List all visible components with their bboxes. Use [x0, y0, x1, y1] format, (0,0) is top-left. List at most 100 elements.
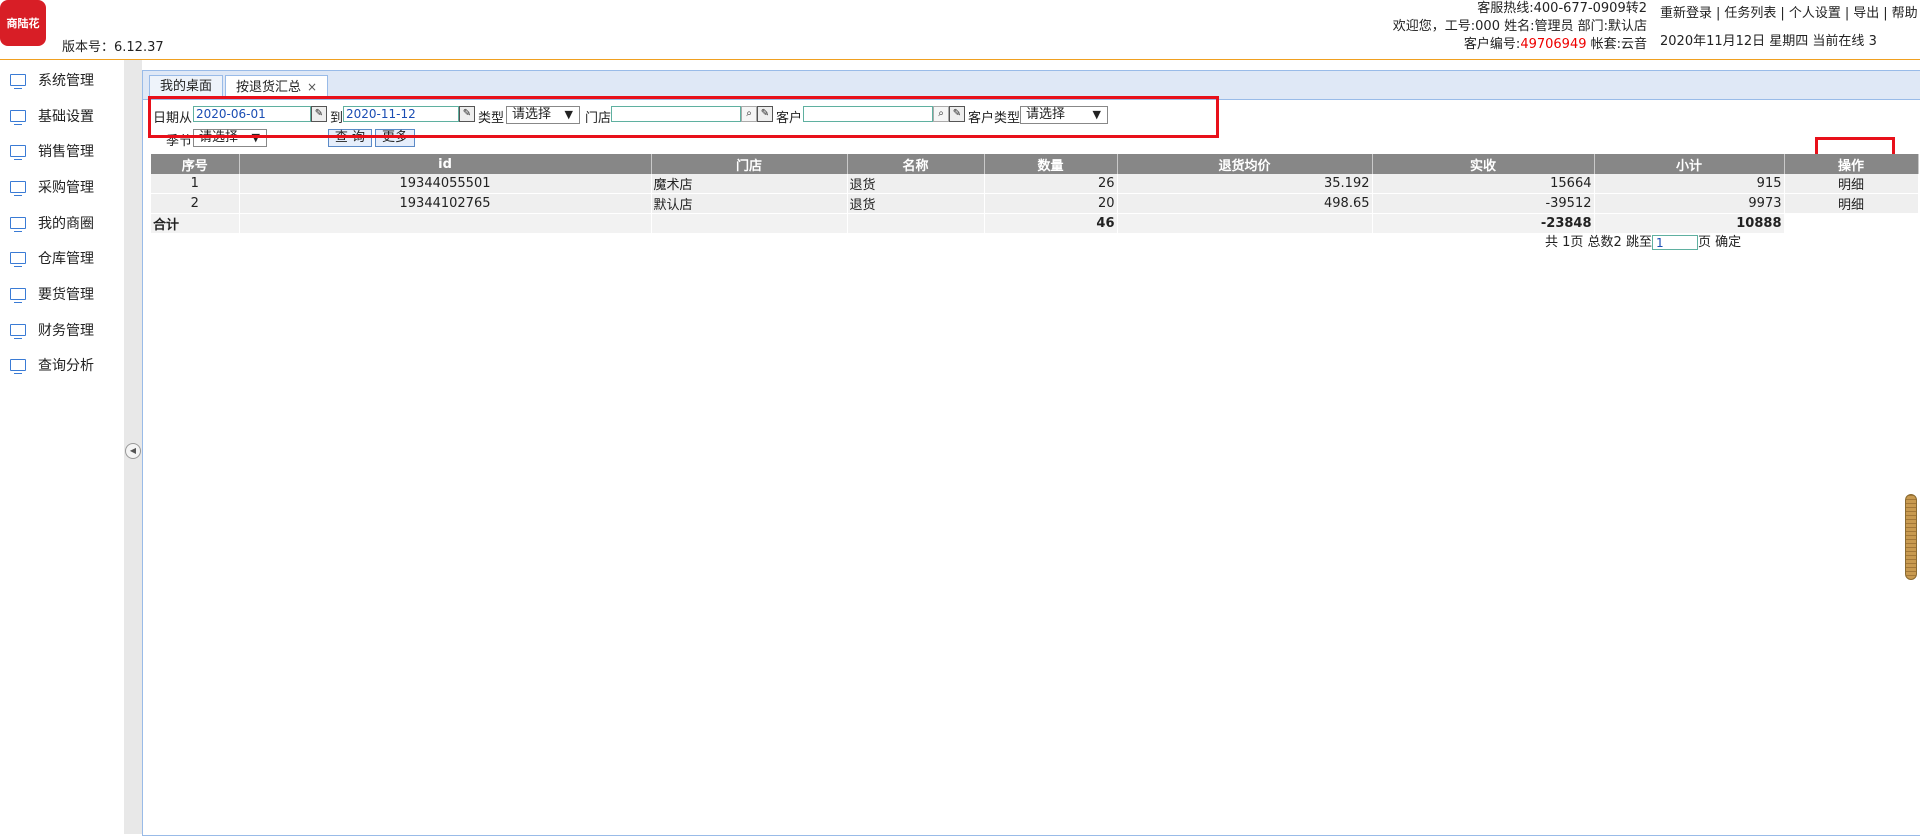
calendar-edit-icon[interactable]: ✎ — [311, 106, 327, 122]
sidebar-item-purchase[interactable]: 采购管理 — [10, 175, 94, 199]
cell-quantity: 26 — [984, 174, 1118, 194]
type-label: 类型 — [478, 111, 505, 126]
table-total-row: 合计 46 -23848 10888 — [151, 213, 1919, 233]
personal-settings-link[interactable]: 个人设置 — [1789, 6, 1841, 21]
cell-index: 2 — [151, 193, 240, 214]
more-button[interactable]: 更多 — [375, 129, 415, 147]
cell-empty — [239, 213, 652, 233]
cell-subtotal: 915 — [1594, 174, 1785, 194]
pager: 共 1页 总数2 跳至 1 页 确定 — [1545, 234, 1741, 252]
cell-empty — [847, 213, 985, 233]
cell-empty — [651, 213, 848, 233]
return-summary-table: 序号 id 门店 名称 数量 退货均价 实收 小计 操作 1 193440555… — [151, 154, 1919, 233]
column-header-store[interactable]: 门店 — [651, 154, 848, 174]
column-header-received[interactable]: 实收 — [1372, 154, 1595, 174]
query-button[interactable]: 查 询 — [328, 129, 372, 147]
date-from-input[interactable]: 2020-06-01 — [193, 106, 311, 122]
sidebar-item-label: 财务管理 — [38, 323, 94, 339]
customer-info: 客户编号:49706949 帐套:云音 — [1300, 36, 1647, 54]
sidebar-item-requisition[interactable]: 要货管理 — [10, 282, 94, 306]
customer-type-select-value: 请选择 — [1026, 107, 1066, 122]
cell-store: 默认店 — [651, 193, 848, 214]
scrollbar-thumb[interactable] — [1905, 494, 1917, 580]
sidebar-item-system[interactable]: 系统管理 — [10, 68, 94, 92]
column-header-subtotal[interactable]: 小计 — [1594, 154, 1785, 174]
customer-input[interactable] — [803, 106, 933, 122]
season-select-value: 请选择 — [199, 130, 239, 145]
monitor-icon — [10, 359, 26, 374]
sidebar: 系统管理 基础设置 销售管理 采购管理 我的商圈 仓库管理 要货管理 财务管理 … — [0, 60, 124, 834]
version-label: 版本号：6.12.37 — [62, 40, 164, 55]
monitor-icon — [10, 217, 26, 232]
welcome-text: 欢迎您，工号:000 姓名:管理员 部门:默认店 — [1392, 19, 1647, 34]
customer-number: 49706949 — [1520, 37, 1587, 52]
tab-bar: 我的桌面 按退货汇总 × — [143, 71, 1920, 100]
sidebar-item-label: 查询分析 — [38, 358, 94, 374]
sidebar-item-label: 我的商圈 — [38, 216, 94, 232]
pager-summary: 共 1页 总数2 跳至 — [1545, 235, 1652, 250]
account-text: 帐套:云音 — [1586, 37, 1647, 52]
tab-return-summary[interactable]: 按退货汇总 × — [225, 75, 329, 99]
cell-empty — [1784, 213, 1919, 233]
chevron-down-icon: ▼ — [1092, 108, 1101, 121]
column-header-avg-price[interactable]: 退货均价 — [1117, 154, 1373, 174]
collapse-arrow-icon[interactable]: ◀ — [125, 443, 141, 459]
sidebar-item-label: 基础设置 — [38, 109, 94, 125]
sidebar-item-label: 销售管理 — [38, 144, 94, 160]
customer-type-select[interactable]: 请选择 ▼ — [1020, 106, 1108, 124]
sidebar-item-label: 采购管理 — [38, 180, 94, 196]
sidebar-item-basic-settings[interactable]: 基础设置 — [10, 104, 94, 128]
cell-subtotal: 9973 — [1594, 193, 1785, 214]
column-header-name[interactable]: 名称 — [847, 154, 985, 174]
date-to-input[interactable]: 2020-11-12 — [343, 106, 459, 122]
table-row: 2 19344102765 默认店 退货 20 498.65 -39512 99… — [151, 193, 1919, 214]
column-header-quantity[interactable]: 数量 — [984, 154, 1118, 174]
sidebar-item-label: 系统管理 — [38, 73, 94, 89]
sidebar-item-query-analysis[interactable]: 查询分析 — [10, 353, 94, 377]
sidebar-item-warehouse[interactable]: 仓库管理 — [10, 246, 94, 270]
help-link[interactable]: 帮助 — [1892, 6, 1918, 21]
tab-label: 我的桌面 — [160, 79, 213, 94]
cell-received: 15664 — [1372, 174, 1595, 194]
export-link[interactable]: 导出 — [1853, 6, 1879, 21]
customer-label: 客户 — [776, 111, 803, 126]
pager-confirm[interactable]: 页 确定 — [1698, 235, 1741, 250]
relogin-link[interactable]: 重新登录 — [1660, 6, 1712, 21]
column-header-index[interactable]: 序号 — [151, 154, 240, 174]
column-header-id[interactable]: id — [239, 154, 652, 174]
page-jump-input[interactable]: 1 — [1651, 235, 1698, 250]
tab-my-desktop[interactable]: 我的桌面 — [149, 75, 224, 98]
search-icon[interactable]: ⌕ — [741, 106, 757, 122]
season-select[interactable]: 请选择 ▼ — [193, 129, 267, 147]
task-list-link[interactable]: 任务列表 — [1724, 6, 1776, 21]
cell-name: 退货 — [847, 174, 985, 194]
chevron-down-icon: ▼ — [564, 108, 573, 121]
monitor-icon — [10, 252, 26, 267]
column-header-action: 操作 — [1784, 154, 1919, 174]
edit-icon[interactable]: ✎ — [757, 106, 773, 122]
total-received: -23848 — [1372, 213, 1595, 233]
store-input[interactable] — [611, 106, 741, 122]
date-from-label: 日期从 — [153, 111, 193, 126]
detail-link[interactable]: 明细 — [1784, 174, 1919, 194]
monitor-icon — [10, 74, 26, 89]
monitor-icon — [10, 288, 26, 303]
cell-avg-price: 35.192 — [1117, 174, 1373, 194]
close-icon[interactable]: × — [307, 80, 317, 94]
cell-id: 19344102765 — [239, 193, 652, 214]
sidebar-item-sales[interactable]: 销售管理 — [10, 139, 94, 163]
type-select-value: 请选择 — [512, 107, 552, 122]
logo-text: 商陆花 — [6, 17, 40, 30]
type-select[interactable]: 请选择 ▼ — [506, 106, 580, 124]
detail-link[interactable]: 明细 — [1784, 193, 1919, 214]
table-row: 1 19344055501 魔术店 退货 26 35.192 15664 915… — [151, 174, 1919, 194]
total-label: 合计 — [151, 213, 240, 233]
sidebar-item-finance[interactable]: 财务管理 — [10, 318, 94, 342]
app-logo: 商陆花 — [0, 0, 46, 46]
edit-icon[interactable]: ✎ — [949, 106, 965, 122]
sidebar-item-business-circle[interactable]: 我的商圈 — [10, 211, 94, 235]
cell-store: 魔术店 — [651, 174, 848, 194]
search-icon[interactable]: ⌕ — [933, 106, 949, 122]
calendar-edit-icon[interactable]: ✎ — [459, 106, 475, 122]
monitor-icon — [10, 110, 26, 125]
